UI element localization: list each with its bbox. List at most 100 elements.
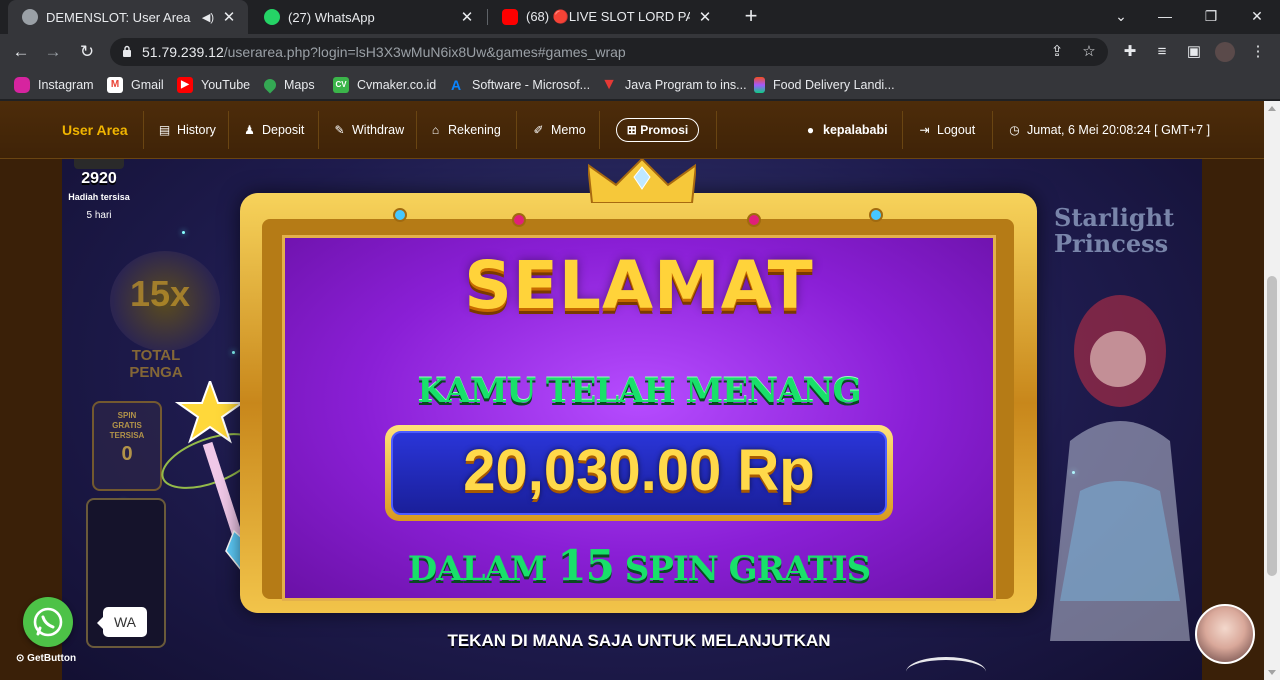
nav-label: History	[177, 123, 216, 137]
page-scrollbar[interactable]	[1264, 101, 1280, 680]
bookmark-cvmaker[interactable]: CV Cvmaker.co.id	[333, 76, 436, 94]
extensions-icon[interactable]: ✚	[1120, 42, 1140, 62]
popup-subtitle: KAMU TELAH MENANG	[417, 371, 861, 411]
tab-strip: DEMENSLOT: User Area ◀) ✕ (27) WhatsApp …	[0, 0, 1280, 34]
bookmark-instagram[interactable]: Instagram	[14, 76, 94, 94]
nav-logout[interactable]: ⇥ Logout	[918, 121, 975, 139]
lock-icon[interactable]	[122, 45, 132, 57]
side-panel-icon[interactable]: ▣	[1184, 42, 1204, 62]
close-icon[interactable]: ✕	[458, 8, 476, 26]
whatsapp-chat-button[interactable]	[23, 597, 73, 647]
nav-label: Rekening	[448, 123, 501, 137]
address-bar[interactable]: 51.79.239.12/userarea.php?login=lsH3X3wM…	[110, 38, 1108, 66]
profile-avatar[interactable]	[1215, 42, 1235, 62]
princess-character	[1050, 295, 1190, 641]
star-icon[interactable]: ☆	[1079, 42, 1099, 62]
multiplier-value: 15x	[129, 273, 191, 314]
nav-rekening[interactable]: ⌂ Rekening	[429, 121, 501, 139]
tab-title: (27) WhatsApp	[288, 9, 375, 25]
media-control-icon[interactable]: ≡	[1152, 42, 1172, 62]
bookmark-microsoft[interactable]: A Software - Microsof...	[448, 76, 590, 94]
nav-divider	[902, 111, 903, 149]
maximize-button[interactable]: ❐	[1188, 0, 1234, 32]
user-icon: ●	[806, 122, 815, 137]
bookmark-label: YouTube	[201, 78, 251, 92]
datetime-text: Jumat, 6 Mei 20:08:24 [ GMT+7 ]	[1027, 123, 1211, 137]
clock-icon: ◷	[1009, 122, 1020, 137]
nav-label: Logout	[937, 123, 976, 137]
nav-divider	[992, 111, 993, 149]
bookmark-java[interactable]: ▼ Java Program to ins...	[601, 76, 747, 94]
user-area-link[interactable]: User Area	[62, 122, 128, 138]
reload-button[interactable]: ↻	[74, 39, 100, 65]
nav-datetime: ◷ Jumat, 6 Mei 20:08:24 [ GMT+7 ]	[1008, 121, 1210, 139]
nav-divider	[318, 111, 319, 149]
getbutton-icon: ⊙	[16, 653, 28, 664]
tab-title: (68) 🔴LIVE SLOT LORD PALEKA |	[526, 9, 690, 24]
gem-icon	[512, 213, 526, 227]
speaker-icon[interactable]: ◀)	[202, 11, 214, 24]
bookmark-label: Maps	[284, 78, 315, 92]
nav-divider	[599, 111, 600, 149]
bonus-label: Hadiah tersisa	[68, 192, 130, 202]
nav-memo[interactable]: ✐ Memo	[532, 121, 586, 139]
gift-icon: ⊞	[626, 123, 641, 137]
bank-icon: ⌂	[431, 122, 440, 137]
withdraw-icon: ✎	[334, 122, 345, 137]
chat-avatar[interactable]	[1195, 604, 1255, 664]
bookmark-maps[interactable]: Maps	[261, 76, 315, 94]
scroll-down-icon[interactable]	[1268, 670, 1276, 675]
gem-icon	[869, 208, 883, 222]
gmail-icon: M	[107, 77, 123, 93]
scrollbar-thumb[interactable]	[1267, 276, 1277, 576]
nav-history[interactable]: ▤ History	[158, 121, 216, 139]
win-amount: 20,030.00 Rp	[463, 438, 815, 503]
bookmark-label: Cvmaker.co.id	[357, 78, 437, 92]
nav-label: Memo	[551, 123, 586, 137]
tab-whatsapp[interactable]: (27) WhatsApp ✕	[250, 0, 486, 34]
tab-youtube[interactable]: (68) 🔴LIVE SLOT LORD PALEKA | ✕	[488, 0, 724, 34]
url-host: 51.79.239.12	[142, 44, 224, 60]
tab-demenslot[interactable]: DEMENSLOT: User Area ◀) ✕	[8, 0, 248, 34]
gem-icon	[393, 208, 407, 222]
share-icon[interactable]: ⇪	[1047, 42, 1067, 62]
new-tab-button[interactable]: +	[738, 4, 764, 30]
logout-icon: ⇥	[919, 122, 930, 137]
bookmark-youtube[interactable]: ▶ YouTube	[177, 76, 250, 94]
free-spins-line: DALAM 15 SPIN GRATIS	[282, 541, 996, 590]
bookmark-gmail[interactable]: M Gmail	[107, 76, 164, 94]
scroll-up-icon[interactable]	[1268, 106, 1276, 111]
bookmark-label: Gmail	[131, 78, 164, 92]
total-label: TOTAL PENGA	[129, 347, 183, 381]
bookmark-label: Instagram	[38, 78, 94, 92]
tab-search-button[interactable]: ⌄	[1098, 0, 1144, 32]
page-viewport: 2920 Hadiah tersisa 5 hari 15x TOTAL PEN…	[0, 101, 1264, 680]
nav-label: kepalababi	[823, 123, 888, 137]
getbutton-label: GetButton	[27, 653, 77, 664]
crown-icon	[588, 159, 696, 203]
popup-title: SELAMAT	[464, 247, 814, 324]
close-icon[interactable]: ✕	[220, 8, 238, 26]
promosi-button[interactable]: ⊞ Promosi	[616, 118, 699, 142]
forward-button[interactable]: →	[40, 39, 66, 65]
spins-number: 15	[557, 541, 614, 590]
bookmark-food-delivery[interactable]: Food Delivery Landi...	[754, 76, 895, 94]
close-icon[interactable]: ✕	[696, 8, 714, 26]
spin-button-edge[interactable]	[906, 657, 986, 680]
back-button[interactable]: ←	[8, 39, 34, 65]
nav-divider	[228, 111, 229, 149]
menu-icon[interactable]: ⋮	[1248, 42, 1268, 62]
gem-icon	[747, 213, 761, 227]
minimize-button[interactable]: —	[1142, 0, 1188, 32]
nav-deposit[interactable]: ♟ Deposit	[243, 121, 304, 139]
spins-prefix: DALAM	[407, 549, 548, 589]
sparkle	[232, 351, 235, 354]
bonus-count: 2920	[81, 170, 117, 187]
bonus-days: 5 hari	[86, 210, 112, 221]
nav-withdraw[interactable]: ✎ Withdraw	[333, 121, 404, 139]
tab-title: DEMENSLOT: User Area	[46, 9, 191, 25]
nav-username[interactable]: ● kepalababi	[804, 121, 888, 139]
continue-hint[interactable]: TEKAN DI MANA SAJA UNTUK MELANJUTKAN	[282, 631, 996, 651]
close-window-button[interactable]: ✕	[1234, 0, 1280, 32]
getbutton-brand[interactable]: ⊙ GetButton	[16, 653, 76, 664]
